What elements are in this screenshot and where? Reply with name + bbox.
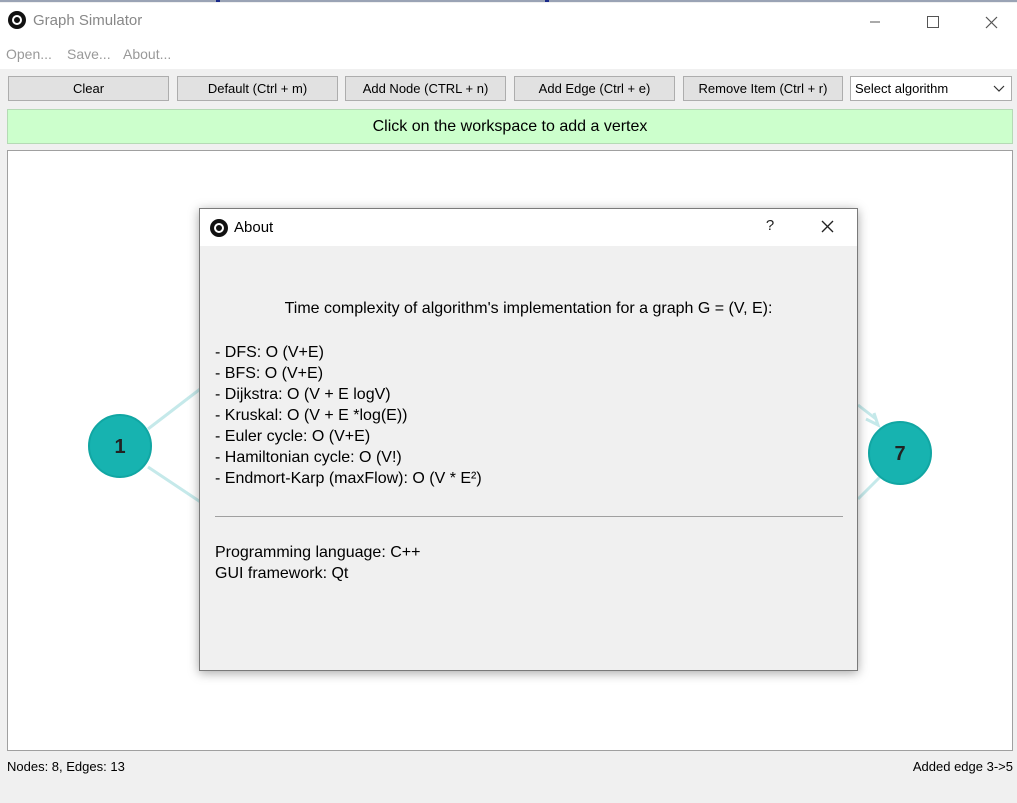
algorithm-select[interactable]: Select algorithm xyxy=(850,76,1012,101)
graph-node-1[interactable]: 1 xyxy=(88,414,152,478)
about-dialog: About ? Time complexity of algorithm's i… xyxy=(199,208,858,671)
programming-language: Programming language: C++ xyxy=(215,544,421,561)
default-mode-button[interactable]: Default (Ctrl + m) xyxy=(177,76,338,101)
menu-about[interactable]: About... xyxy=(123,46,171,62)
clear-button[interactable]: Clear xyxy=(8,76,169,101)
minimize-icon xyxy=(870,21,880,23)
add-node-button[interactable]: Add Node (CTRL + n) xyxy=(345,76,506,101)
status-message: Added edge 3->5 xyxy=(912,759,1013,774)
graph-edge[interactable] xyxy=(856,475,882,501)
close-icon xyxy=(821,220,833,233)
app-logo-icon xyxy=(210,219,228,237)
maximize-button[interactable] xyxy=(904,6,962,38)
remove-item-button[interactable]: Remove Item (Ctrl + r) xyxy=(683,76,843,101)
help-button[interactable]: ? xyxy=(760,217,780,237)
about-dialog-titlebar: About ? xyxy=(200,209,857,246)
list-item: - Hamiltonian cycle: O (V!) xyxy=(215,449,402,466)
menu-open[interactable]: Open... xyxy=(6,46,52,62)
screen-top-strip xyxy=(0,0,1017,2)
tech-info: Programming language: C++ GUI framework:… xyxy=(215,542,420,584)
chevron-down-icon xyxy=(993,77,1005,108)
complexity-list: - DFS: O (V+E) - BFS: O (V+E) - Dijkstra… xyxy=(215,342,482,489)
maximize-icon xyxy=(927,16,939,28)
algorithm-select-value: Select algorithm xyxy=(855,81,949,96)
close-button[interactable] xyxy=(962,6,1017,38)
graph-node-label: 1 xyxy=(114,436,125,458)
status-node-edge-count: Nodes: 8, Edges: 13 xyxy=(7,759,125,774)
gui-framework: GUI framework: Qt xyxy=(215,565,349,582)
list-item: - Dijkstra: O (V + E logV) xyxy=(215,386,391,403)
close-icon xyxy=(985,16,997,28)
minimize-button[interactable] xyxy=(846,6,904,38)
window-titlebar: Graph Simulator xyxy=(0,3,1017,39)
complexity-heading: Time complexity of algorithm's implement… xyxy=(284,300,773,317)
hint-banner: Click on the workspace to add a vertex xyxy=(7,109,1013,144)
about-dialog-title: About xyxy=(234,219,274,236)
app-logo-icon xyxy=(8,11,26,29)
divider xyxy=(215,516,843,517)
graph-node-7[interactable]: 7 xyxy=(868,421,932,485)
list-item: - Kruskal: O (V + E *log(E)) xyxy=(215,407,408,424)
window-title: Graph Simulator xyxy=(33,12,143,29)
menubar: Open... Save... About... xyxy=(0,39,1017,69)
about-close-button[interactable] xyxy=(804,214,850,242)
add-edge-button[interactable]: Add Edge (Ctrl + e) xyxy=(514,76,675,101)
graph-node-label: 7 xyxy=(894,443,905,465)
list-item: - Endmort-Karp (maxFlow): O (V * E²) xyxy=(215,470,482,487)
list-item: - BFS: O (V+E) xyxy=(215,365,324,382)
list-item: - DFS: O (V+E) xyxy=(215,344,324,361)
menu-save[interactable]: Save... xyxy=(67,46,111,62)
graph-edge[interactable] xyxy=(857,403,877,421)
list-item: - Euler cycle: O (V+E) xyxy=(215,428,371,445)
